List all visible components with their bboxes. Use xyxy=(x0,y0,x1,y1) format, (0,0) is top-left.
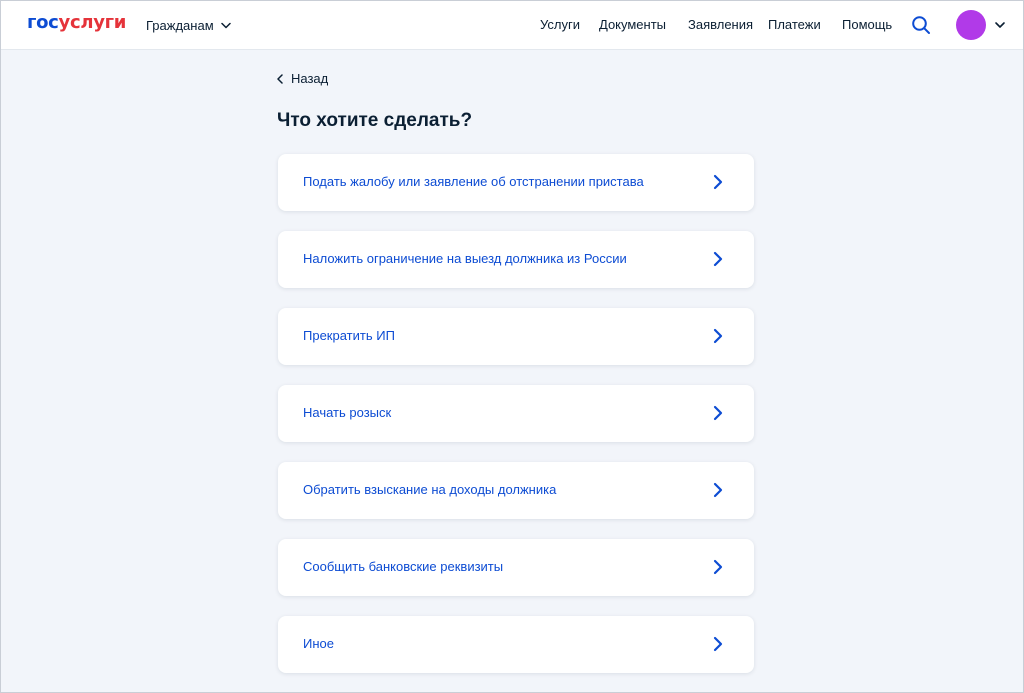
top-header: госуслуги Гражданам Услуги Документы Зая… xyxy=(0,0,1024,50)
option-label: Прекратить ИП xyxy=(303,328,395,343)
page-title: Что хотите сделать? xyxy=(277,110,473,131)
back-link[interactable]: Назад xyxy=(277,70,328,87)
option-label: Сообщить банковские реквизиты xyxy=(303,559,504,574)
nav-item-payments[interactable]: Платежи xyxy=(768,16,821,33)
option-start-search[interactable]: Начать розыск xyxy=(278,385,754,442)
option-complaint[interactable]: Подать жалобу или заявление об отстранен… xyxy=(278,154,754,211)
main-nav: Услуги Документы Заявления Платежи Помощ… xyxy=(0,16,1024,34)
nav-item-services[interactable]: Услуги xyxy=(540,16,580,33)
back-label: Назад xyxy=(291,71,329,86)
option-label: Обратить взыскание на доходы должника xyxy=(303,482,557,497)
chevron-right-icon xyxy=(713,174,723,190)
option-label: Подать жалобу или заявление об отстранен… xyxy=(303,174,644,189)
chevron-right-icon xyxy=(713,559,723,575)
option-other[interactable]: Иное xyxy=(278,616,754,673)
option-income-recovery[interactable]: Обратить взыскание на доходы должника xyxy=(278,462,754,519)
chevron-right-icon xyxy=(713,636,723,652)
search-icon[interactable] xyxy=(911,15,931,35)
chevron-left-icon xyxy=(277,73,283,84)
option-terminate-proceedings[interactable]: Прекратить ИП xyxy=(278,308,754,365)
nav-item-help[interactable]: Помощь xyxy=(842,16,892,33)
chevron-down-icon[interactable] xyxy=(994,20,1006,30)
chevron-right-icon xyxy=(713,405,723,421)
chevron-right-icon xyxy=(713,251,723,267)
chevron-right-icon xyxy=(713,482,723,498)
option-bank-details[interactable]: Сообщить банковские реквизиты xyxy=(278,539,754,596)
option-label: Наложить ограничение на выезд должника и… xyxy=(303,251,627,266)
option-travel-restriction[interactable]: Наложить ограничение на выезд должника и… xyxy=(278,231,754,288)
avatar[interactable] xyxy=(956,10,986,40)
option-label: Начать розыск xyxy=(303,405,392,420)
nav-item-applications[interactable]: Заявления xyxy=(688,16,753,33)
options-list: Подать жалобу или заявление об отстранен… xyxy=(278,154,754,693)
nav-item-documents[interactable]: Документы xyxy=(599,16,666,33)
option-label: Иное xyxy=(303,636,334,651)
chevron-right-icon xyxy=(713,328,723,344)
